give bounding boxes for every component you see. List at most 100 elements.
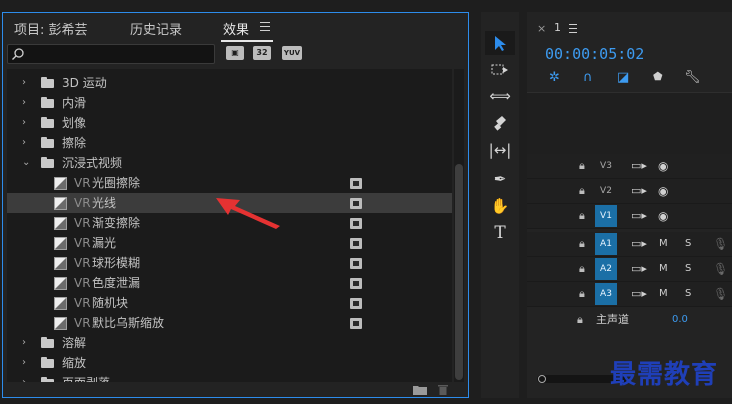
sync-lock-icon[interactable]: ▭▸ <box>631 282 647 306</box>
snap-icon[interactable]: ∩ <box>583 70 593 85</box>
slip-icon: |↔| <box>488 141 512 159</box>
solo-button[interactable]: S <box>685 282 691 306</box>
effect-folder[interactable]: › 缩放 <box>7 353 452 373</box>
mute-button[interactable]: M <box>659 257 668 281</box>
search-icon <box>12 48 24 60</box>
video-track-header: 🔒︎ V1 ▭▸ ◉ <box>527 204 732 229</box>
type-tool[interactable]: T <box>485 221 515 245</box>
vr-prefix: VR <box>74 296 91 310</box>
effect-item[interactable]: VR 默比乌斯缩放 <box>7 313 452 333</box>
effect-label: 漏光 <box>92 236 117 250</box>
sync-lock-icon[interactable]: ▭▸ <box>631 204 647 228</box>
delete-icon[interactable] <box>437 383 449 396</box>
master-volume[interactable]: 0.0 <box>672 309 688 331</box>
eye-icon[interactable]: ◉ <box>658 204 668 228</box>
sync-lock-icon[interactable]: ▭▸ <box>631 179 647 203</box>
mic-icon[interactable]: 🎙︎ <box>713 282 728 306</box>
effect-folder[interactable]: › 划像 <box>7 113 452 133</box>
track-label[interactable]: V3 <box>595 155 617 177</box>
chevron-right-icon[interactable]: › <box>22 353 26 373</box>
track-label[interactable]: A3 <box>595 283 617 305</box>
tools-panel: ⟺ |↔| ✒ ✋ T <box>481 12 519 398</box>
effect-item[interactable]: VR 球形模糊 <box>7 253 452 273</box>
track-lock-icon[interactable]: 🔒︎ <box>579 154 585 178</box>
track-select-tool[interactable] <box>485 58 515 82</box>
effect-folder[interactable]: › 内滑 <box>7 93 452 113</box>
track-lock-icon[interactable]: 🔒︎ <box>579 204 585 228</box>
eye-icon[interactable]: ◉ <box>658 154 668 178</box>
tab-effects[interactable]: 效果 <box>223 19 249 38</box>
effect-folder[interactable]: › 3D 运动 <box>7 73 452 93</box>
track-label[interactable]: V1 <box>595 205 617 227</box>
track-lock-icon[interactable]: 🔒︎ <box>579 282 585 306</box>
nest-sequence-icon[interactable]: ✲ <box>549 70 560 85</box>
pen-tool[interactable]: ✒ <box>485 167 515 191</box>
effect-folder[interactable]: › 页面剥落 <box>7 373 452 382</box>
yuv-effects-icon[interactable]: YUV <box>282 46 302 60</box>
solo-button[interactable]: S <box>685 257 691 281</box>
close-sequence-icon[interactable]: × <box>537 22 546 35</box>
track-label[interactable]: A1 <box>595 233 617 255</box>
effect-item[interactable]: VR 漏光 <box>7 233 452 253</box>
video-track-header: 🔒︎ V3 ▭▸ ◉ <box>527 154 732 179</box>
mute-button[interactable]: M <box>659 232 668 256</box>
effect-folder[interactable]: › 擦除 <box>7 133 452 153</box>
zoom-handle[interactable] <box>538 375 546 383</box>
32bit-effects-icon[interactable]: 32 <box>253 46 271 60</box>
add-marker-icon[interactable]: ⬟ <box>653 70 663 83</box>
linked-selection-icon[interactable]: ◪ <box>617 70 629 85</box>
audio-track-header: 🔒︎ A3 ▭▸ M S 🎙︎ <box>527 282 732 307</box>
transition-icon <box>54 297 67 310</box>
active-tab-indicator <box>221 40 273 42</box>
chevron-right-icon[interactable]: › <box>22 113 26 133</box>
chevron-right-icon[interactable]: › <box>22 73 26 93</box>
mic-icon[interactable]: 🎙︎ <box>713 257 728 281</box>
chevron-right-icon[interactable]: › <box>22 93 26 113</box>
solo-button[interactable]: S <box>685 232 691 256</box>
effect-folder[interactable]: ⌄ 沉浸式视频 <box>7 153 452 173</box>
effect-item[interactable]: VR 色度泄漏 <box>7 273 452 293</box>
panel-menu-icon[interactable] <box>260 22 270 34</box>
effect-folder[interactable]: › 溶解 <box>7 333 452 353</box>
chevron-right-icon[interactable]: › <box>22 333 26 353</box>
chevron-right-icon[interactable]: › <box>22 373 26 382</box>
eye-icon[interactable]: ◉ <box>658 179 668 203</box>
track-lock-icon[interactable]: 🔒︎ <box>579 179 585 203</box>
master-lock-icon[interactable]: 🔒︎ <box>577 309 583 331</box>
search-input[interactable] <box>7 44 215 64</box>
vr-prefix: VR <box>74 196 91 210</box>
tree-scrollbar-thumb[interactable] <box>455 164 463 380</box>
mute-button[interactable]: M <box>659 282 668 306</box>
selection-arrow-icon <box>495 36 506 51</box>
tab-project[interactable]: 项目: 彭希芸 <box>14 19 88 38</box>
sequence-menu-icon[interactable] <box>569 24 577 36</box>
slip-tool[interactable]: |↔| <box>485 138 515 162</box>
transition-icon <box>54 257 67 270</box>
ripple-edit-tool[interactable]: ⟺ <box>485 84 515 108</box>
track-lock-icon[interactable]: 🔒︎ <box>579 257 585 281</box>
sequence-tab[interactable]: 1 <box>554 21 561 34</box>
new-folder-icon[interactable] <box>412 384 428 396</box>
mic-icon[interactable]: 🎙︎ <box>713 232 728 256</box>
chevron-right-icon[interactable]: › <box>22 133 26 153</box>
vr-prefix: VR <box>74 276 91 290</box>
accelerated-effects-icon[interactable]: ▣ <box>226 46 244 60</box>
tab-history[interactable]: 历史记录 <box>130 19 182 38</box>
hand-tool[interactable]: ✋ <box>485 194 515 218</box>
sync-lock-icon[interactable]: ▭▸ <box>631 154 647 178</box>
timeline-settings-icon[interactable]: 🔧︎ <box>684 70 701 85</box>
razor-tool[interactable] <box>485 111 515 135</box>
tree-scrollbar[interactable] <box>454 69 464 382</box>
folder-label: 溶解 <box>62 336 87 350</box>
razor-icon <box>494 116 506 131</box>
sync-lock-icon[interactable]: ▭▸ <box>631 257 647 281</box>
track-lock-icon[interactable]: 🔒︎ <box>579 232 585 256</box>
selection-tool[interactable] <box>485 31 515 55</box>
playhead-timecode[interactable]: 00:00:05:02 <box>545 45 644 63</box>
effect-item[interactable]: VR 随机块 <box>7 293 452 313</box>
time-ruler[interactable] <box>527 92 732 156</box>
track-label[interactable]: A2 <box>595 258 617 280</box>
chevron-down-icon[interactable]: ⌄ <box>22 153 30 173</box>
sync-lock-icon[interactable]: ▭▸ <box>631 232 647 256</box>
track-label[interactable]: V2 <box>595 180 617 202</box>
